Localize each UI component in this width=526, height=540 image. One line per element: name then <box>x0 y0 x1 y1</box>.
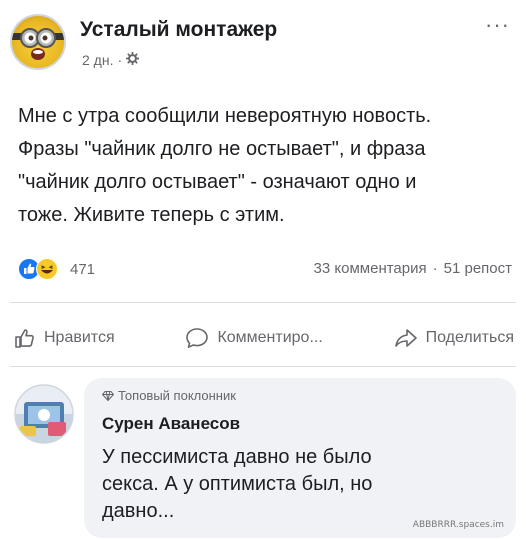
comment-bubble-icon <box>186 328 209 348</box>
share-arrow-icon <box>394 329 417 347</box>
comment-text-line: давно... <box>102 500 175 522</box>
action-bar: Нравится Комментиро... Поделиться <box>14 318 514 358</box>
reaction-count: 471 <box>70 260 96 278</box>
comment-button[interactable]: Комментиро... <box>185 327 323 349</box>
divider-bottom <box>10 366 516 367</box>
watermark: ABBBRRR.spaces.im <box>412 520 504 530</box>
share-label: Поделиться <box>425 329 514 346</box>
post-text: Мне с утра сообщили невероятную новость.… <box>18 100 518 232</box>
like-label: Нравится <box>44 329 115 346</box>
commenter-name[interactable]: Сурен Аванесов <box>102 414 240 434</box>
shares-count[interactable]: 51 репост <box>444 260 512 277</box>
diamond-icon <box>102 390 114 401</box>
reaction-icons <box>18 258 58 280</box>
more-options-icon[interactable]: ··· <box>485 12 510 38</box>
commenter-avatar[interactable] <box>14 384 74 444</box>
share-button[interactable]: Поделиться <box>394 327 514 349</box>
meta-separator: · <box>117 52 123 68</box>
gear-icon <box>125 51 140 68</box>
post-stats: 33 комментария · 51 репост <box>314 260 512 277</box>
post-text-line: тоже. Живите теперь с этим. <box>18 204 285 226</box>
post-text-line: "чайник долго остывает" - означают одно … <box>18 171 417 193</box>
thumbs-up-icon <box>15 329 34 348</box>
comment-text: У пессимиста давно не было секса. А у оп… <box>102 444 372 525</box>
post-header: Усталый монтажер 2 дн. · ··· <box>10 12 516 72</box>
post-text-line: Мне с утра сообщили невероятную новость. <box>18 105 432 127</box>
post-author-name[interactable]: Усталый монтажер <box>80 18 277 42</box>
top-fan-badge: Топовый поклонник <box>102 388 236 403</box>
divider-top <box>10 302 516 303</box>
stats-separator: · <box>432 260 438 277</box>
comments-count[interactable]: 33 комментария <box>314 260 427 277</box>
comment-text-line: секса. А у оптимиста был, но <box>102 473 373 495</box>
commenter-photo-icon <box>14 384 74 444</box>
minion-avatar-icon <box>12 28 64 60</box>
post-text-line: Фразы "чайник долго не остывает", и фраз… <box>18 138 426 160</box>
like-button[interactable]: Нравится <box>14 327 115 349</box>
comment-label: Комментиро... <box>217 329 323 346</box>
haha-reaction-icon <box>36 258 58 280</box>
post-time[interactable]: 2 дн. <box>82 52 113 68</box>
comment-bubble: Топовый поклонник Сурен Аванесов У песси… <box>84 378 516 538</box>
post-meta: 2 дн. · <box>82 51 140 68</box>
author-avatar[interactable] <box>10 14 66 70</box>
comment-item: Топовый поклонник Сурен Аванесов У песси… <box>14 378 520 538</box>
badge-label: Топовый поклонник <box>118 388 236 403</box>
reactions-summary[interactable]: 471 <box>18 258 95 280</box>
comment-text-line: У пессимиста давно не было <box>102 446 372 468</box>
